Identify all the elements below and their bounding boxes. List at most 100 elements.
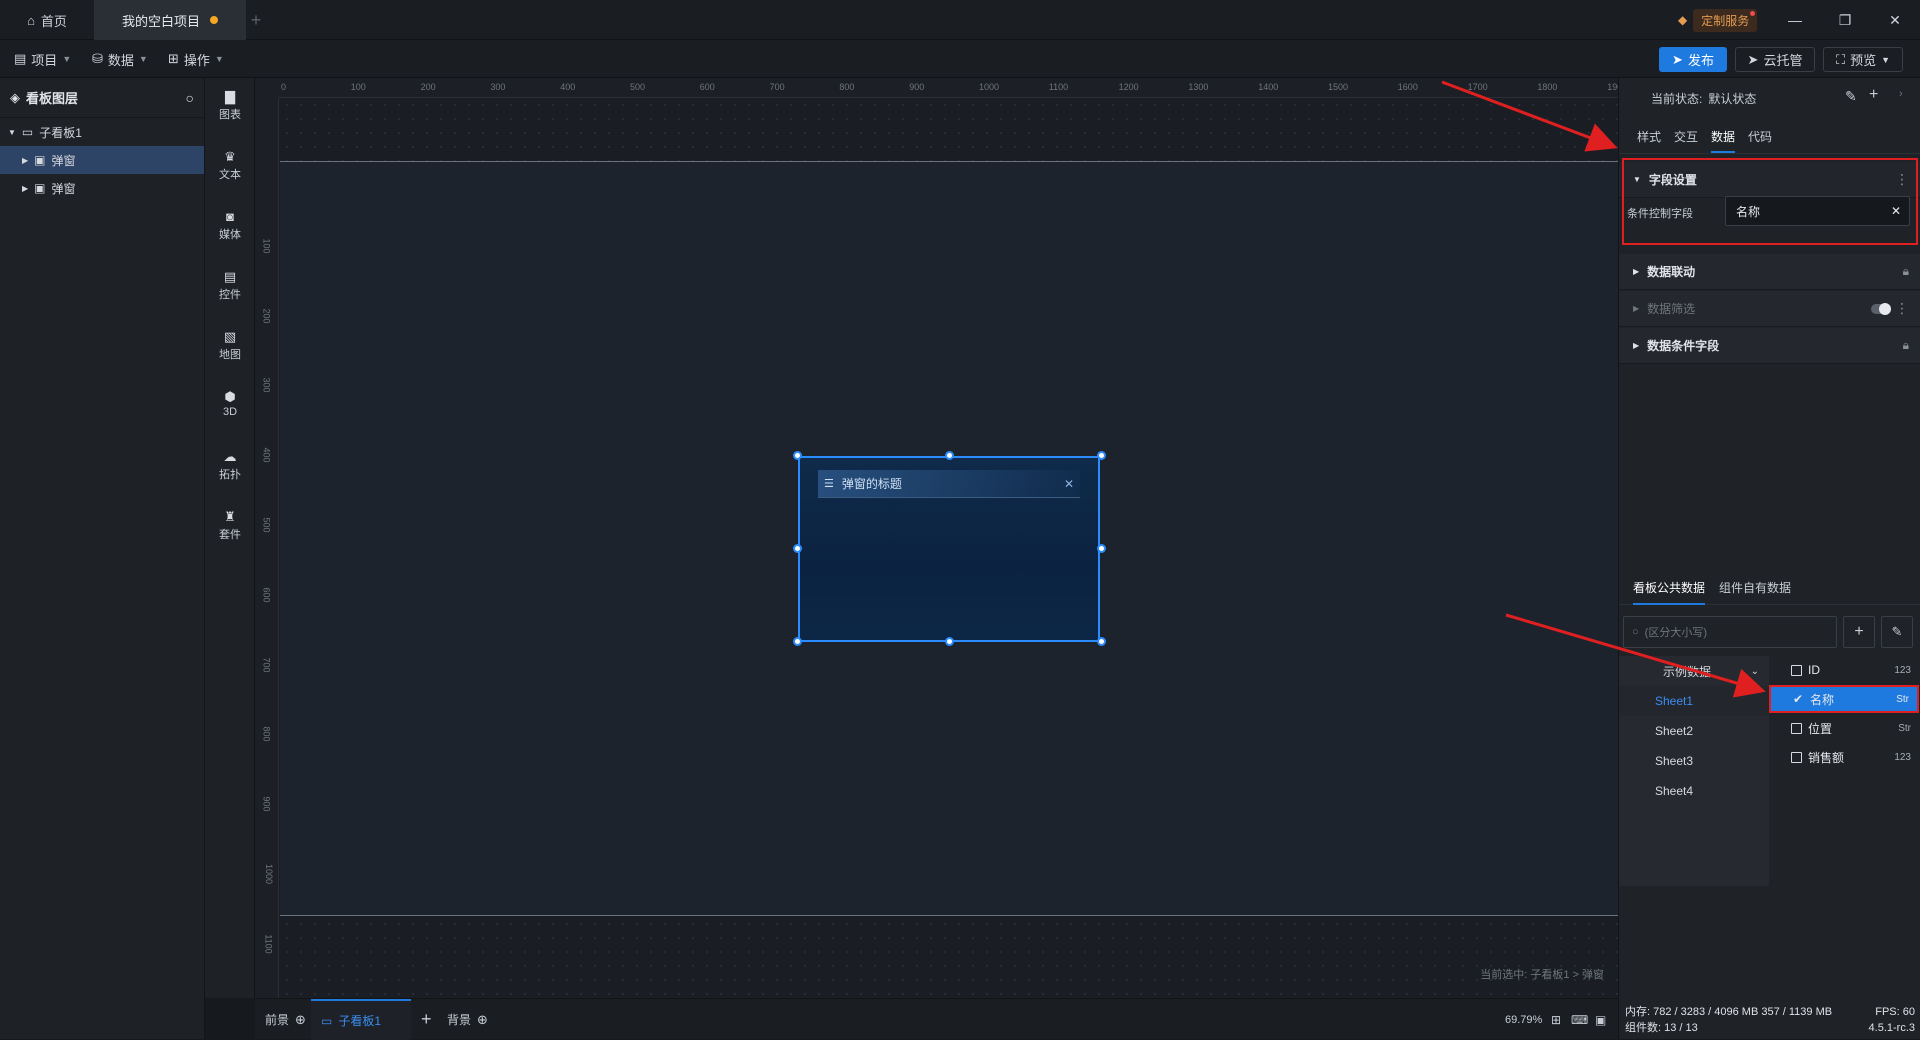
resize-handle[interactable] (1097, 637, 1106, 646)
resize-handle[interactable] (793, 544, 802, 553)
comp-map-label: 地图 (219, 349, 241, 361)
resize-handle[interactable] (1097, 544, 1106, 553)
field-item-sales[interactable]: 销售额 123 (1769, 743, 1919, 771)
search-icon[interactable]: ○ (186, 90, 194, 106)
close-window-button[interactable]: ✕ (1870, 0, 1920, 40)
tree-item-popup-1[interactable]: ▶ ▣ 弹窗 (0, 146, 204, 174)
list-icon: ☰ (824, 478, 834, 490)
tab-project[interactable]: 我的空白项目 (94, 0, 246, 40)
field-item-id[interactable]: ID 123 (1769, 656, 1919, 684)
sheet-item[interactable]: Sheet4 (1619, 776, 1769, 806)
tab-code[interactable]: 代码 (1748, 128, 1772, 145)
add-circle-icon[interactable]: ⊕ (295, 1012, 306, 1028)
comp-kit[interactable]: ♜ 套件 (205, 510, 255, 542)
comp-3d[interactable]: ⬢ 3D (205, 390, 255, 419)
ruler-top[interactable]: 0 100 200 300 400 500 600 700 800 900 1000 1100 1200… (279, 78, 1618, 98)
tab-data[interactable]: 数据 (1711, 128, 1736, 153)
cloud-host-button[interactable]: ➤ 云托管 (1735, 47, 1815, 72)
keyboard-icon[interactable]: ⌨ (1571, 999, 1588, 1040)
sheet-item[interactable]: Sheet3 (1619, 746, 1769, 776)
section-data-cond-field[interactable]: ▶ 数据条件字段 🔒︎ (1619, 328, 1920, 364)
chevron-down-icon: ⌄ (1750, 665, 1759, 677)
tree-board[interactable]: ▼ ▭ 子看板1 (0, 118, 204, 146)
field-item-name[interactable]: ✔ 名称 Str (1769, 685, 1919, 713)
search-placeholder: (区分大小写) (1644, 627, 1707, 639)
close-icon[interactable]: ✕ (1064, 477, 1074, 491)
dataset-select[interactable]: 示例数据 ⌄ (1619, 656, 1769, 686)
comp-3d-label: 3D (222, 406, 238, 418)
text-icon: ♛ (224, 149, 236, 164)
layers-icon: ◈ (10, 89, 20, 105)
terminal-icon[interactable]: ▣ (1595, 999, 1606, 1040)
tab-board[interactable]: ▭ 子看板1 (311, 999, 411, 1040)
tab-home[interactable]: ⌂ 首页 (0, 0, 94, 40)
section-data-link[interactable]: ▶ 数据联动 🔒︎ (1619, 254, 1920, 290)
restore-button[interactable]: ❐ (1820, 0, 1870, 40)
comp-topology[interactable]: ☁ 拓扑 (205, 450, 255, 482)
tab-component-data[interactable]: 组件自有数据 (1719, 579, 1791, 596)
tab-background-label: 背景 (447, 1013, 472, 1027)
preview-button[interactable]: ⛶ 预览 ▼ (1823, 47, 1903, 72)
menu-project[interactable]: ▤ 项目 ▼ (14, 40, 71, 78)
ruler-tick-label: 1400 (1258, 82, 1279, 92)
edit-data-button[interactable]: ✎ (1881, 616, 1913, 648)
canvas[interactable]: 0 100 200 300 400 500 600 700 800 900 1000 1100 1200… (255, 78, 1618, 998)
board-icon: ▭ (321, 1013, 333, 1028)
resize-handle[interactable] (945, 451, 954, 460)
resize-handle[interactable] (1097, 451, 1106, 460)
popup-component[interactable]: ☰ 弹窗的标题 ✕ (798, 456, 1100, 642)
custom-service-button[interactable]: ◆ 定制服务 (1678, 8, 1758, 32)
menu-data[interactable]: ⛁ 数据 ▼ (92, 40, 148, 78)
chevron-right-icon[interactable]: › (1899, 88, 1903, 100)
publish-label: 发布 (1687, 53, 1714, 68)
more-vertical-icon[interactable]: ⋮ (1895, 300, 1909, 317)
dataset-list: 示例数据 ⌄ Sheet1 Sheet2 Sheet3 Sheet4 (1619, 656, 1769, 886)
resize-handle[interactable] (793, 451, 802, 460)
comp-map[interactable]: ▧ 地图 (205, 330, 255, 362)
resize-handle[interactable] (945, 637, 954, 646)
field-name: 位置 (1808, 721, 1833, 736)
ruler-tick-label: 1000 (979, 82, 1000, 92)
selection-info: 当前选中: 子看板1 > 弹窗 (1480, 969, 1604, 981)
menu-operate[interactable]: ⊞ 操作 ▼ (168, 40, 224, 78)
minimize-icon: — (1788, 12, 1802, 28)
data-filter-toggle[interactable] (1871, 303, 1891, 315)
layers-panel: ◈ 看板图层 ○ ▼ ▭ 子看板1 ▶ ▣ 弹窗 ▶ ▣ 弹窗 (0, 78, 205, 1039)
field-type: Str (1898, 722, 1911, 734)
add-circle-icon[interactable]: ⊕ (477, 1012, 488, 1028)
comp-chart[interactable]: ▇ 图表 (205, 90, 255, 122)
state-indicator: 当前状态: 默认状态 (1651, 90, 1756, 107)
comp-text[interactable]: ♛ 文本 (205, 150, 255, 182)
diamond-icon: ◆ (1678, 13, 1688, 27)
tab-foreground[interactable]: 前景 ⊕ (265, 999, 306, 1040)
tab-project-label: 我的空白项目 (121, 13, 200, 29)
fit-screen-icon[interactable]: ⊞ (1551, 999, 1561, 1040)
sheet-item[interactable]: Sheet1 (1619, 686, 1769, 716)
tree-item-popup-2[interactable]: ▶ ▣ 弹窗 (0, 174, 204, 202)
ruler-left[interactable]: 100 200 300 400 500 600 700 800 900 1000 1100 (255, 98, 279, 998)
field-item-position[interactable]: 位置 Str (1769, 714, 1919, 742)
zoom-level[interactable]: 69.79% (1505, 999, 1542, 1040)
add-tab-button[interactable]: + (246, 0, 266, 40)
section-data-filter[interactable]: ▶ 数据筛选 ⋮ (1619, 291, 1920, 327)
tab-background[interactable]: 背景 ⊕ (447, 999, 488, 1040)
add-data-button[interactable]: + (1843, 616, 1875, 648)
tab-interaction[interactable]: 交互 (1674, 128, 1698, 145)
minimize-button[interactable]: — (1770, 0, 1820, 40)
ruler-tick-label: 1700 (1467, 82, 1488, 92)
tab-style[interactable]: 样式 (1637, 128, 1661, 145)
caret-right-icon: ▶ (1633, 267, 1640, 276)
tab-board-data[interactable]: 看板公共数据 (1633, 579, 1706, 605)
resize-handle[interactable] (793, 637, 802, 646)
add-board-button[interactable]: + (421, 999, 432, 1040)
edit-icon[interactable]: ✎ (1845, 88, 1857, 105)
comp-media[interactable]: ◙ 媒体 (205, 210, 255, 242)
sheet-item[interactable]: Sheet2 (1619, 716, 1769, 746)
data-search-input[interactable]: ○ (区分大小写) (1623, 616, 1837, 648)
data-cond-field-title: 数据条件字段 (1647, 339, 1720, 353)
close-icon: ✕ (1889, 11, 1901, 28)
publish-button[interactable]: ➤ 发布 (1659, 47, 1727, 72)
ruler-tick-label: 1000 (264, 863, 275, 885)
comp-control[interactable]: ▤ 控件 (205, 270, 255, 302)
plus-icon[interactable]: + (1869, 86, 1878, 104)
